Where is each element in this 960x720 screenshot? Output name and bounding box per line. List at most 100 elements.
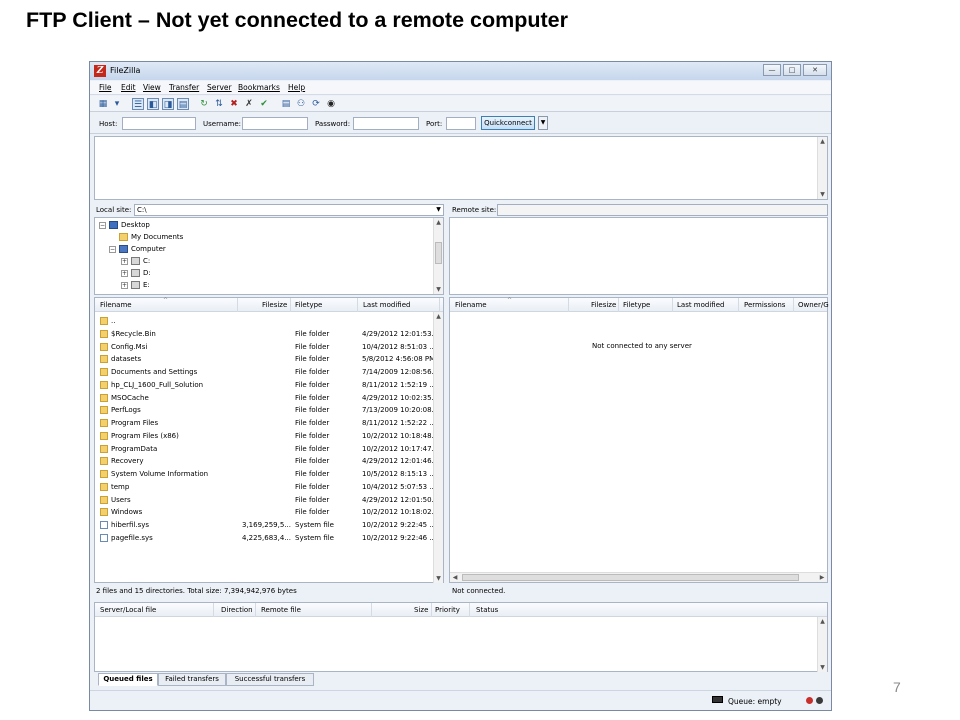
dropdown-arrow-icon[interactable]: ▾ [113,98,121,110]
disconnect-icon[interactable]: ✗ [243,98,255,110]
toggle-remote-tree-icon[interactable]: ◨ [162,98,174,110]
scroll-up-icon[interactable]: ▲ [434,218,443,227]
username-input[interactable] [242,117,308,130]
host-input[interactable] [122,117,196,130]
tab-successful-transfers[interactable]: Successful transfers [226,673,314,686]
local-file-row[interactable]: ProgramData File folder 10/2/2012 10:17:47… [95,443,443,456]
scroll-down-icon[interactable]: ▼ [434,574,443,583]
tab-queued-files[interactable]: Queued files [98,673,158,686]
column-filename[interactable]: Filename [100,301,132,309]
toggle-local-tree-icon[interactable]: ◧ [147,98,159,110]
column-direction[interactable]: Direction [221,606,253,614]
refresh-icon[interactable]: ↻ [198,98,210,110]
menu-server[interactable]: Server [207,83,232,92]
tree-item-drive-d[interactable]: + D: [121,269,151,277]
column-owner-group[interactable]: Owner/G [798,301,829,309]
column-filename[interactable]: Filename [455,301,487,309]
local-site-input[interactable]: C:\ ▼ [134,204,444,216]
scroll-down-icon[interactable]: ▼ [434,285,443,294]
local-file-row[interactable]: MSOCache File folder 4/29/2012 10:02:35... [95,392,443,405]
tree-item-drive-e[interactable]: + E: [121,281,150,289]
site-manager-icon[interactable]: ▦ [97,98,109,110]
remote-hscrollbar[interactable]: ◀ ▶ [450,572,827,582]
quickconnect-button[interactable]: Quickconnect [481,116,535,130]
message-log[interactable]: ▲ ▼ [94,136,828,200]
tree-item-computer[interactable]: − Computer [109,245,166,253]
column-last-modified[interactable]: Last modified [677,301,724,309]
collapse-icon[interactable]: − [99,221,106,229]
cancel-icon[interactable]: ✖ [228,98,240,110]
scroll-down-icon[interactable]: ▼ [818,190,827,199]
menu-transfer[interactable]: Transfer [169,83,199,92]
list-scrollbar[interactable]: ▲ ▼ [433,312,443,583]
column-filesize[interactable]: Filesize [591,301,616,309]
local-file-row[interactable]: hiberfil.sys 3,169,259,5... System file 10/… [95,519,443,532]
scroll-up-icon[interactable]: ▲ [818,137,827,146]
password-input[interactable] [353,117,419,130]
local-file-row[interactable]: Config.Msi File folder 10/4/2012 8:51:03 .… [95,341,443,354]
collapse-icon[interactable]: − [109,245,116,253]
menu-file[interactable]: File [99,83,112,92]
menu-view[interactable]: View [143,83,161,92]
quickconnect-dropdown-icon[interactable]: ▼ [538,116,548,130]
column-status[interactable]: Status [476,606,498,614]
directory-comparison-icon[interactable]: ▤ [280,98,292,110]
log-scrollbar[interactable]: ▲ ▼ [817,137,827,199]
scroll-down-icon[interactable]: ▼ [818,663,827,672]
menu-bookmarks[interactable]: Bookmarks [238,83,280,92]
close-icon[interactable]: ✕ [803,64,827,76]
column-remote-file[interactable]: Remote file [261,606,301,614]
tree-scrollbar[interactable]: ▲ ▼ [433,218,443,294]
menu-edit[interactable]: Edit [121,83,136,92]
tree-item-my-documents[interactable]: My Documents [119,233,183,241]
scroll-up-icon[interactable]: ▲ [434,312,443,321]
local-file-row[interactable]: Documents and Settings File folder 7/14/20… [95,366,443,379]
tree-item-desktop[interactable]: − Desktop [99,221,150,229]
scroll-up-icon[interactable]: ▲ [818,617,827,626]
scroll-thumb[interactable] [462,574,799,581]
local-file-row[interactable]: temp File folder 10/4/2012 5:07:53 ... [95,481,443,494]
column-filetype[interactable]: Filetype [623,301,650,309]
local-file-row[interactable]: hp_CLJ_1600_Full_Solution File folder 8/11… [95,379,443,392]
scroll-right-icon[interactable]: ▶ [817,573,827,582]
tree-item-drive-c[interactable]: + C: [121,257,150,265]
local-file-row[interactable]: Windows File folder 10/2/2012 10:18:02... [95,506,443,519]
expand-icon[interactable]: + [121,257,128,265]
column-permissions[interactable]: Permissions [744,301,785,309]
local-file-row[interactable]: System Volume Information File folder 10/5… [95,468,443,481]
minimize-icon[interactable]: — [763,64,781,76]
filter-icon[interactable]: ⚇ [295,98,307,110]
local-file-row[interactable]: pagefile.sys 4,225,683,4... System file 10/… [95,532,443,545]
column-last-modified[interactable]: Last modified [363,301,410,309]
local-file-row[interactable]: Program Files (x86) File folder 10/2/2012 … [95,430,443,443]
expand-icon[interactable]: + [121,281,128,289]
local-file-row[interactable]: Users File folder 4/29/2012 12:01:50... [95,494,443,507]
maximize-icon[interactable]: □ [783,64,801,76]
local-file-row[interactable]: $Recycle.Bin File folder 4/29/2012 12:01:5… [95,328,443,341]
scroll-thumb[interactable] [435,242,442,264]
toggle-queue-icon[interactable]: ▤ [177,98,189,110]
expand-icon[interactable]: + [121,269,128,277]
local-file-row[interactable]: Program Files File folder 8/11/2012 1:52:2… [95,417,443,430]
local-file-row[interactable]: datasets File folder 5/8/2012 4:56:08 PM [95,353,443,366]
local-file-row[interactable]: .. [95,315,443,328]
column-size[interactable]: Size [414,606,428,614]
menu-help[interactable]: Help [288,83,305,92]
queue-scrollbar[interactable]: ▲ ▼ [817,617,827,672]
column-server-local-file[interactable]: Server/Local file [100,606,156,614]
process-queue-icon[interactable]: ⇅ [213,98,225,110]
column-filetype[interactable]: Filetype [295,301,322,309]
reconnect-icon[interactable]: ✔ [258,98,270,110]
column-filesize[interactable]: Filesize [262,301,287,309]
scroll-left-icon[interactable]: ◀ [450,573,460,582]
toggle-message-log-icon[interactable]: ☰ [132,98,144,110]
transfer-queue[interactable]: Server/Local file Direction Remote file … [94,602,828,672]
remote-site-input[interactable] [497,204,828,216]
local-file-row[interactable]: PerfLogs File folder 7/13/2009 10:20:08... [95,404,443,417]
local-file-row[interactable]: Recovery File folder 4/29/2012 12:01:46... [95,455,443,468]
local-site-dropdown-icon[interactable]: ▼ [434,205,443,215]
sync-browsing-icon[interactable]: ⟳ [310,98,322,110]
search-icon[interactable]: ◉ [325,98,337,110]
column-priority[interactable]: Priority [435,606,460,614]
port-input[interactable] [446,117,476,130]
